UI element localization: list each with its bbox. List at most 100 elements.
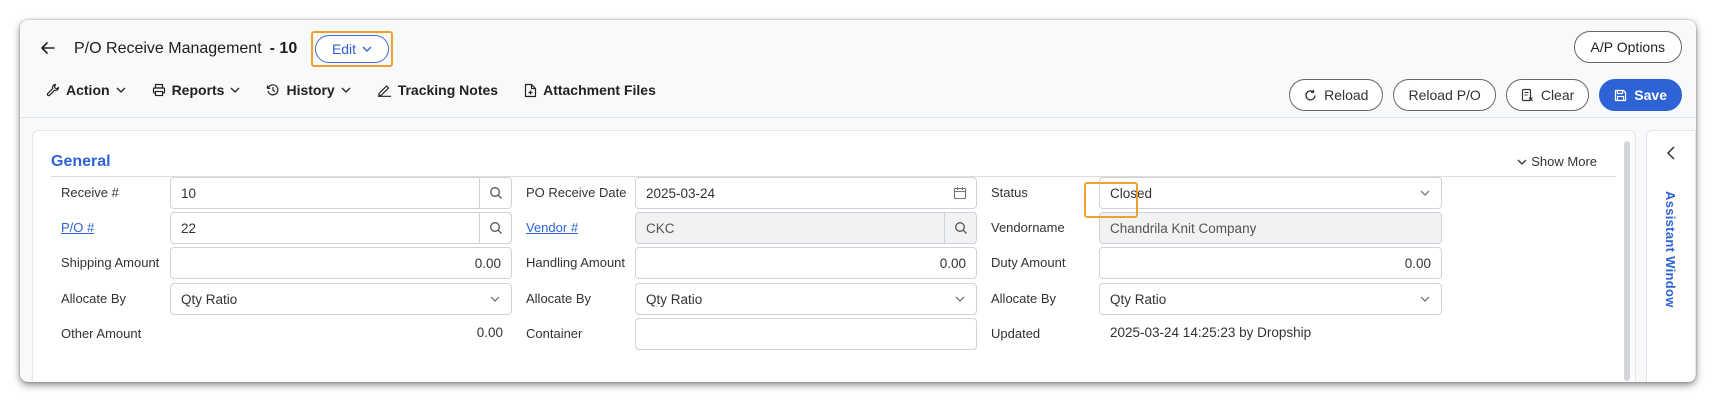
vendorname-field: Chandrila Knit Company — [1099, 212, 1442, 244]
allocate-by-label-1: Allocate By — [61, 291, 127, 306]
status-select[interactable]: Closed — [1099, 177, 1442, 209]
allocate-by-value-2: Qty Ratio — [646, 291, 703, 307]
wrench-icon — [46, 83, 60, 97]
search-icon[interactable] — [479, 213, 511, 243]
handling-amount-value: 0.00 — [939, 255, 966, 271]
clear-label: Clear — [1540, 87, 1575, 103]
chevron-down-icon — [1409, 178, 1441, 208]
receive-number-field[interactable]: 10 — [170, 177, 512, 209]
tracking-notes-label: Tracking Notes — [397, 82, 499, 98]
attachment-files-label: Attachment Files — [543, 82, 656, 98]
history-clock-icon — [267, 84, 279, 96]
po-number-value: 22 — [181, 220, 197, 236]
action-menu-label: Action — [66, 82, 110, 98]
page-title: P/O Receive Management - 10 — [74, 38, 297, 60]
clear-form-icon — [1521, 88, 1533, 102]
po-number-field[interactable]: 22 — [170, 212, 512, 244]
status-highlight — [1084, 182, 1138, 218]
search-icon[interactable] — [479, 178, 511, 208]
pencil-icon — [377, 85, 391, 97]
chevron-down-icon — [479, 284, 511, 314]
po-number-link[interactable]: P/O # — [61, 219, 94, 237]
reload-po-label: Reload P/O — [1408, 87, 1481, 103]
allocate-by-value-3: Qty Ratio — [1110, 291, 1167, 307]
save-disk-icon — [1615, 89, 1627, 101]
edit-mode-highlight: Edit — [311, 31, 393, 67]
po-receive-date-value: 2025-03-24 — [646, 185, 716, 201]
chevron-down-icon — [231, 87, 240, 93]
save-button[interactable]: Save — [1599, 79, 1682, 111]
assistant-window-panel[interactable]: Assistant Window — [1646, 130, 1696, 382]
page-title-text: P/O Receive Management — [74, 40, 262, 57]
chevron-down-icon — [1517, 159, 1527, 165]
vendor-number-link[interactable]: Vendor # — [526, 219, 578, 237]
container-field[interactable] — [635, 318, 977, 350]
vendorname-label: Vendorname — [991, 220, 1065, 235]
reload-po-button[interactable]: Reload P/O — [1393, 79, 1496, 111]
status-label: Status — [991, 185, 1028, 200]
po-receive-date-label: PO Receive Date — [526, 185, 627, 200]
handling-amount-label: Handling Amount — [526, 255, 626, 270]
tracking-notes-button[interactable]: Tracking Notes — [377, 78, 498, 102]
show-more-label: Show More — [1531, 154, 1597, 169]
panel-scrollbar[interactable] — [1624, 141, 1630, 381]
edit-button[interactable]: Edit — [315, 35, 389, 63]
status-value: Closed — [1110, 185, 1153, 201]
save-label: Save — [1634, 87, 1667, 103]
updated-value: 2025-03-24 14:25:23 by Dropship — [1110, 325, 1312, 340]
menu-bar: Action Reports History Tracking Notes At… — [46, 78, 682, 102]
vendor-number-value: CKC — [646, 220, 675, 236]
ap-options-label: A/P Options — [1590, 39, 1665, 55]
receive-number-label: Receive # — [61, 185, 119, 200]
record-number: - 10 — [269, 40, 298, 57]
chevron-down-icon — [1409, 284, 1441, 314]
shipping-amount-label: Shipping Amount — [61, 255, 160, 270]
clear-button[interactable]: Clear — [1505, 79, 1590, 111]
app-window: P/O Receive Management - 10 Edit A/P Opti… — [20, 20, 1696, 382]
duty-amount-label: Duty Amount — [991, 255, 1066, 270]
chevron-down-icon — [341, 87, 351, 93]
assistant-window-label[interactable]: Assistant Window — [1663, 191, 1678, 308]
reload-label: Reload — [1324, 87, 1369, 103]
file-plus-icon — [524, 83, 537, 97]
refresh-icon — [1305, 89, 1316, 100]
search-icon[interactable] — [944, 213, 976, 243]
calendar-icon[interactable] — [944, 178, 976, 208]
reload-button[interactable]: Reload — [1289, 79, 1384, 111]
allocate-by-value-1: Qty Ratio — [181, 291, 238, 307]
section-title-general: General — [51, 153, 111, 170]
back-arrow-icon[interactable] — [38, 38, 58, 58]
chevron-down-icon — [116, 87, 126, 93]
shipping-amount-value: 0.00 — [474, 255, 501, 271]
allocate-by-select-3[interactable]: Qty Ratio — [1099, 283, 1442, 315]
vendor-number-field[interactable]: CKC — [635, 212, 977, 244]
other-amount-label: Other Amount — [61, 326, 142, 341]
receive-number-value: 10 — [181, 185, 197, 201]
container-label: Container — [526, 326, 583, 341]
history-menu-label: History — [286, 82, 335, 98]
other-amount-value: 0.00 — [476, 325, 503, 340]
history-menu[interactable]: History — [266, 78, 351, 102]
duty-amount-field[interactable]: 0.00 — [1099, 247, 1442, 279]
reports-menu-label: Reports — [171, 82, 225, 98]
action-menu[interactable]: Action — [46, 78, 126, 102]
top-bar: P/O Receive Management - 10 Edit A/P Opti… — [20, 20, 1696, 118]
updated-label: Updated — [991, 326, 1041, 341]
chevron-left-icon[interactable] — [1663, 145, 1679, 166]
shipping-amount-field[interactable]: 0.00 — [170, 247, 512, 279]
allocate-by-label-3: Allocate By — [991, 291, 1057, 306]
ap-options-button[interactable]: A/P Options — [1573, 31, 1682, 63]
po-receive-date-field[interactable]: 2025-03-24 — [635, 177, 977, 209]
allocate-by-select-1[interactable]: Qty Ratio — [170, 283, 512, 315]
general-panel: General Show More Receive # 10 P/O # 22 … — [32, 130, 1636, 382]
show-more-toggle[interactable]: Show More — [1517, 154, 1597, 169]
reports-menu[interactable]: Reports — [152, 78, 241, 102]
duty-amount-value: 0.00 — [1404, 255, 1431, 271]
allocate-by-label-2: Allocate By — [526, 291, 592, 306]
chevron-down-icon — [944, 284, 976, 314]
edit-button-label: Edit — [331, 41, 357, 57]
vendorname-value: Chandrila Knit Company — [1110, 220, 1257, 236]
attachment-files-button[interactable]: Attachment Files — [524, 78, 656, 102]
handling-amount-field[interactable]: 0.00 — [635, 247, 977, 279]
allocate-by-select-2[interactable]: Qty Ratio — [635, 283, 977, 315]
